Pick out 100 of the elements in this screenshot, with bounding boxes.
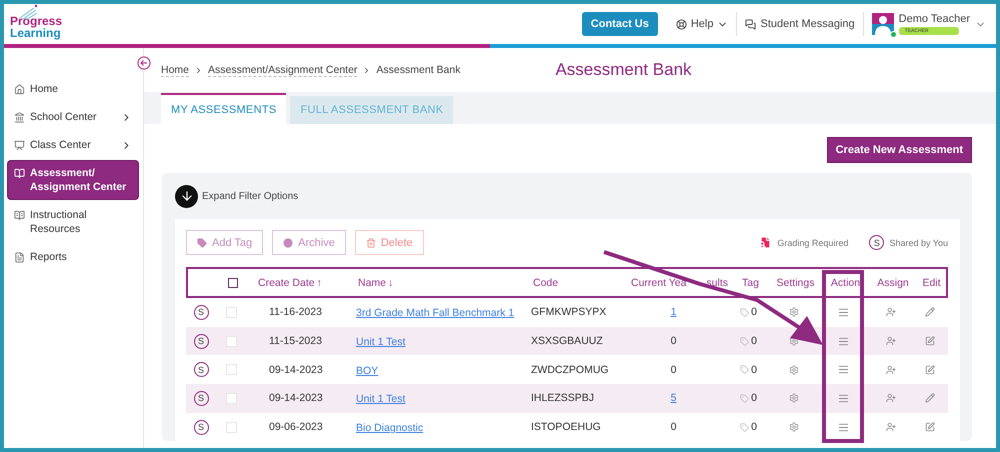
column-header[interactable]: Tag: [728, 276, 773, 288]
pencil-icon[interactable]: [924, 307, 934, 318]
add-user-icon[interactable]: [886, 307, 896, 318]
table-cell-text: 0: [670, 421, 678, 434]
sort-arrow: ↑: [316, 276, 322, 288]
assessment-link[interactable]: Unit 1 Test: [346, 393, 406, 406]
collapse-sidebar-icon[interactable]: [137, 56, 151, 70]
contact-us-button[interactable]: Contact Us: [582, 12, 658, 36]
add-user-icon[interactable]: [886, 393, 896, 404]
lifebuoy-icon: [676, 18, 687, 30]
tag-icon: [740, 365, 750, 374]
tag-count: 0: [726, 421, 771, 434]
page-title: Assessment Bank: [555, 60, 692, 80]
table-cell-text: ZWDCZPOMUG: [530, 364, 610, 376]
expand-filter-label[interactable]: Expand Filter Options: [202, 190, 298, 202]
book-icon: [14, 168, 25, 179]
pencil-icon[interactable]: [924, 393, 934, 404]
tag-icon: [740, 422, 750, 432]
menu-icon[interactable]: [838, 364, 849, 376]
settings-icon[interactable]: [788, 364, 798, 375]
column-header[interactable]: Code: [523, 276, 623, 288]
column-header[interactable]: Create Date: [258, 276, 315, 288]
chat-icon: [745, 18, 756, 30]
sidebar-item[interactable]: Reports: [7, 244, 139, 270]
tag-icon: [740, 308, 750, 317]
logo[interactable]: Progress Learning: [10, 9, 62, 39]
sort-arrow: ↓: [388, 276, 394, 288]
tab[interactable]: MY ASSESSMENTS: [161, 93, 286, 124]
assessment-link[interactable]: BOY: [346, 364, 378, 377]
table-cell-text: XSXSGBAUUZ: [530, 335, 604, 348]
column-header[interactable]: Action: [818, 276, 873, 288]
column-header[interactable]: Current Yea: [631, 276, 686, 288]
results-link[interactable]: 1: [670, 306, 676, 318]
shared-badge: S: [194, 362, 208, 378]
book-icon: [14, 210, 25, 221]
sidebar-item[interactable]: Assessment/Assignment Center: [7, 160, 139, 200]
assessment-link[interactable]: 3rd Grade Math Fall Benchmark 1: [346, 307, 514, 320]
student-messaging-link[interactable]: Student Messaging: [737, 12, 864, 36]
table-cell-text: 0: [670, 335, 678, 348]
table-cell-text: ISTOPOEHUG: [530, 421, 602, 434]
shared-badge: S: [194, 304, 208, 320]
assessment-link[interactable]: Bio Diagnostic: [346, 422, 424, 434]
create-assessment-button[interactable]: Create New Assessment: [826, 137, 972, 163]
breadcrumb-link[interactable]: Home: [161, 64, 190, 76]
breadcrumb-link[interactable]: Assessment/Assignment Center: [208, 64, 358, 76]
row-checkbox[interactable]: [226, 422, 236, 433]
document-icon: [14, 252, 25, 263]
column-header[interactable]: Name: [358, 276, 386, 288]
settings-icon[interactable]: [788, 307, 798, 318]
tag-icon: [740, 394, 750, 403]
table-cell-text: 09-14-2023: [268, 364, 324, 376]
sidebar-item[interactable]: Class Center: [7, 132, 139, 158]
menu-icon[interactable]: [838, 422, 849, 433]
breadcrumb-current: Assessment Bank: [376, 64, 460, 76]
menu-icon[interactable]: [838, 392, 849, 404]
column-header[interactable]: Edit: [913, 276, 950, 288]
column-header[interactable]: Assign: [873, 276, 913, 288]
house-icon: [14, 84, 25, 95]
settings-icon[interactable]: [788, 336, 798, 346]
legend-label: Grading Required: [777, 238, 848, 248]
assessment-link[interactable]: Unit 1 Test: [346, 336, 406, 348]
edit-icon[interactable]: [924, 336, 934, 346]
help-menu[interactable]: Help: [668, 12, 738, 36]
add-user-icon[interactable]: [886, 422, 896, 432]
sidebar-item[interactable]: Home: [7, 76, 139, 102]
tag-count: 0: [726, 306, 771, 318]
trash-icon: [366, 238, 376, 248]
table-cell-text: 0: [670, 364, 678, 376]
edit-icon[interactable]: [924, 364, 934, 375]
select-all-checkbox[interactable]: [228, 278, 238, 288]
document-icon: [759, 236, 772, 249]
table-cell-text: 09-06-2023: [268, 421, 324, 434]
column-header[interactable]: Settings: [773, 276, 818, 288]
add-user-icon[interactable]: [886, 336, 896, 346]
user-avatar[interactable]: [872, 13, 894, 35]
row-checkbox[interactable]: [226, 306, 236, 318]
row-checkbox[interactable]: [226, 364, 236, 376]
menu-icon[interactable]: [838, 336, 849, 347]
row-checkbox[interactable]: [226, 392, 236, 404]
shared-badge: S: [194, 390, 208, 406]
settings-icon[interactable]: [788, 422, 798, 432]
board-icon: [14, 140, 25, 151]
building-icon: [14, 112, 25, 123]
edit-icon[interactable]: [924, 422, 934, 432]
table-cell-text: 11-16-2023: [268, 306, 323, 318]
row-checkbox[interactable]: [226, 336, 236, 347]
user-name: Demo Teacher: [898, 13, 970, 25]
add-user-icon[interactable]: [886, 364, 896, 375]
tag-count: 0: [726, 392, 771, 404]
table-cell-text: 09-14-2023: [268, 392, 324, 404]
tag-count: 0: [726, 335, 771, 348]
menu-icon[interactable]: [838, 306, 849, 318]
shared-badge: S: [869, 235, 884, 250]
results-link[interactable]: 5: [670, 392, 676, 404]
sidebar-item[interactable]: Instructional Resources: [7, 202, 139, 242]
tag-icon: [197, 238, 207, 248]
table-cell-text: IHLEZSSPBJ: [530, 392, 596, 404]
shared-badge: S: [194, 334, 208, 349]
sidebar-item[interactable]: School Center: [7, 104, 139, 130]
expand-filter-icon[interactable]: [175, 184, 198, 208]
